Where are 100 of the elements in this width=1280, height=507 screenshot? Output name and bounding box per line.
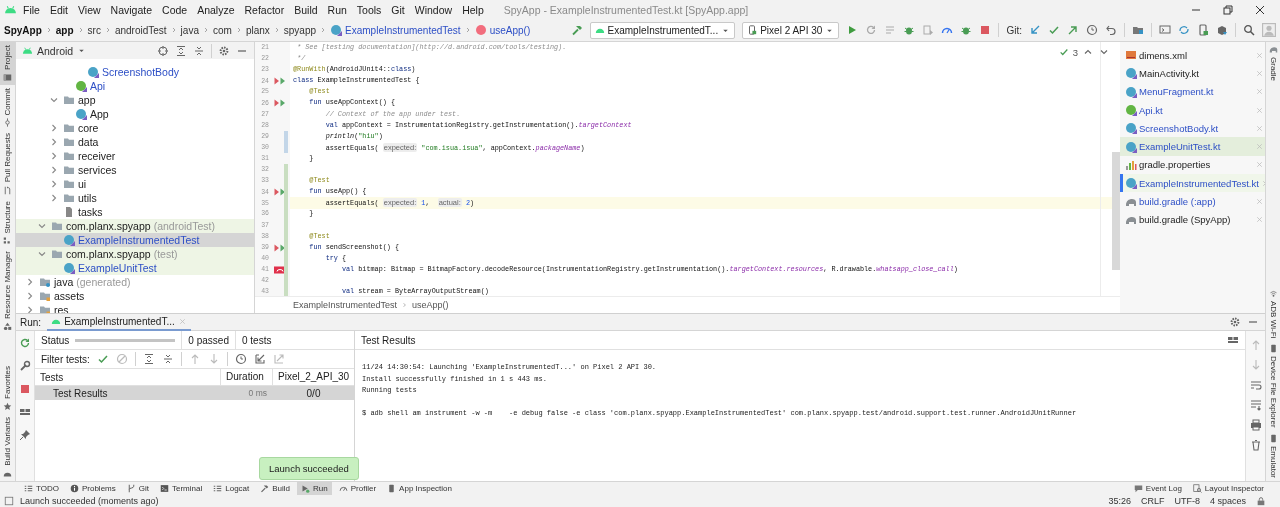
- stop-icon[interactable]: [979, 24, 992, 36]
- change-marker[interactable]: [284, 208, 288, 220]
- layout-icon[interactable]: [1227, 334, 1239, 346]
- scroll-icon[interactable]: [1249, 399, 1262, 411]
- list-icon[interactable]: [884, 24, 897, 36]
- tool-window-button[interactable]: Event Log: [1129, 482, 1186, 495]
- change-marker[interactable]: [284, 186, 288, 199]
- arrow-icon[interactable]: [1067, 24, 1079, 36]
- breadcrumb[interactable]: useApp(): [489, 24, 531, 36]
- tool-window-button[interactable]: Emulator: [1266, 431, 1280, 481]
- change-marker[interactable]: [284, 230, 288, 242]
- breadcrumb[interactable]: src: [87, 24, 101, 36]
- column-header[interactable]: Duration: [220, 369, 272, 385]
- menu-item[interactable]: Analyze: [193, 3, 239, 16]
- breadcrumb[interactable]: androidTest: [114, 24, 167, 36]
- open-file-item[interactable]: MenuFragment.kt: [1120, 82, 1265, 101]
- tree-item[interactable]: com.planx.spyapp (androidTest): [16, 219, 254, 233]
- stop-icon[interactable]: [19, 383, 31, 395]
- run-marker-icon[interactable]: [274, 97, 286, 110]
- run-config-dropdown[interactable]: ExampleInstrumentedT...: [589, 21, 736, 39]
- status-item[interactable]: 4 spaces: [1209, 496, 1246, 506]
- tool-window-button[interactable]: Layout Inspector: [1188, 482, 1268, 495]
- menu-item[interactable]: Code: [158, 3, 192, 16]
- status-message[interactable]: Launch succeeded (moments ago): [20, 496, 159, 506]
- import-icon[interactable]: [253, 353, 266, 365]
- scrollbar[interactable]: [1112, 152, 1120, 270]
- change-marker[interactable]: [284, 130, 288, 142]
- breadcrumb[interactable]: ExampleInstrumentedTest: [345, 24, 461, 36]
- open-file-item[interactable]: build.gradle (:app): [1120, 192, 1265, 211]
- sync-icon[interactable]: [1178, 24, 1190, 36]
- status-item[interactable]: UTF-8: [1174, 496, 1200, 506]
- tree-item[interactable]: java (generated): [16, 275, 254, 289]
- change-marker[interactable]: [284, 241, 288, 254]
- change-marker[interactable]: [284, 252, 288, 264]
- menu-item[interactable]: Refactor: [240, 3, 289, 16]
- tool-window-button[interactable]: Device File Explorer: [1266, 341, 1280, 431]
- tool-window-button[interactable]: Build: [256, 482, 295, 495]
- menu-item[interactable]: Window: [410, 3, 457, 16]
- clock-icon[interactable]: [1086, 24, 1098, 36]
- expand-all-icon[interactable]: [142, 353, 155, 365]
- no-entry-icon[interactable]: [115, 353, 128, 365]
- menu-item[interactable]: Run: [323, 3, 351, 16]
- tree-item[interactable]: com.planx.spyapp (test): [16, 247, 254, 261]
- tree-item[interactable]: data: [16, 135, 254, 149]
- inspection-count[interactable]: 3: [1072, 46, 1078, 58]
- tree-item[interactable]: app: [16, 93, 254, 107]
- test-row[interactable]: Test Results 0 ms 0/0: [35, 386, 354, 400]
- menu-item[interactable]: Git: [387, 3, 409, 16]
- crosshair-icon[interactable]: [157, 44, 169, 57]
- column-header[interactable]: Pixel_2_API_30: [272, 369, 355, 385]
- collapse-all-icon[interactable]: [193, 44, 205, 57]
- open-file-item[interactable]: ExampleUnitTest.kt: [1120, 137, 1265, 156]
- tool-window-button[interactable]: Terminal: [156, 482, 207, 495]
- tool-window-button[interactable]: Structure: [0, 197, 15, 249]
- open-file-item[interactable]: Api.kt: [1120, 100, 1265, 120]
- wrap-icon[interactable]: [1249, 379, 1262, 391]
- tool-window-button[interactable]: Run: [297, 482, 332, 495]
- menu-item[interactable]: Navigate: [106, 3, 157, 16]
- tree-item[interactable]: core: [16, 121, 254, 135]
- tree-item[interactable]: receiver: [16, 149, 254, 163]
- status-item[interactable]: CRLF: [1140, 496, 1165, 506]
- breadcrumb[interactable]: SpyApp: [4, 24, 42, 36]
- tool-window-button[interactable]: App Inspection: [383, 482, 457, 495]
- menu-item[interactable]: Tools: [352, 3, 386, 16]
- search-icon[interactable]: [1243, 24, 1255, 36]
- tool-window-button[interactable]: Project: [0, 42, 15, 85]
- tool-window-button[interactable]: Resource Manager: [0, 248, 15, 335]
- expand-all-icon[interactable]: [175, 44, 187, 57]
- menu-item[interactable]: View: [74, 3, 105, 16]
- wrench-icon[interactable]: [19, 360, 31, 372]
- change-marker[interactable]: [284, 141, 288, 154]
- tool-window-button[interactable]: Favorites: [0, 363, 15, 415]
- folder-icon[interactable]: [1132, 24, 1144, 36]
- tool-window-button[interactable]: Pull Requests: [0, 130, 15, 198]
- restore-icon[interactable]: [1222, 3, 1234, 16]
- open-file-item[interactable]: ScreenshotBody.kt: [1120, 119, 1265, 138]
- tree-item[interactable]: assets: [16, 289, 254, 303]
- change-marker[interactable]: [284, 286, 288, 296]
- arrow-icon[interactable]: [1029, 24, 1041, 36]
- change-marker[interactable]: [284, 164, 288, 176]
- status-item[interactable]: 35:26: [1108, 496, 1131, 506]
- open-file-item[interactable]: dimens.xml: [1120, 46, 1265, 65]
- breadcrumb[interactable]: ExampleInstrumentedTest: [293, 300, 398, 310]
- device-dropdown[interactable]: Pixel 2 API 30: [742, 21, 840, 39]
- tree-item[interactable]: ExampleInstrumentedTest: [16, 233, 254, 247]
- breadcrumb[interactable]: app: [55, 24, 74, 36]
- trash-icon[interactable]: [1249, 439, 1262, 451]
- tool-window-button[interactable]: Profiler: [334, 482, 381, 495]
- tool-window-button[interactable]: ADB Wi-Fi: [1266, 286, 1280, 342]
- collapse-all-icon[interactable]: [161, 353, 174, 365]
- change-marker[interactable]: [284, 263, 288, 276]
- run-marker-icon[interactable]: [274, 75, 286, 88]
- print-icon[interactable]: [1249, 419, 1262, 431]
- run-tab[interactable]: ExampleInstrumentedT...: [47, 313, 191, 331]
- tool-window-button[interactable]: Gradle: [1266, 42, 1280, 84]
- settings-icon[interactable]: [218, 44, 230, 57]
- package-icon[interactable]: [1216, 24, 1228, 36]
- rerun-icon[interactable]: [19, 337, 31, 349]
- change-marker[interactable]: [284, 175, 288, 187]
- breadcrumb[interactable]: java: [180, 24, 199, 36]
